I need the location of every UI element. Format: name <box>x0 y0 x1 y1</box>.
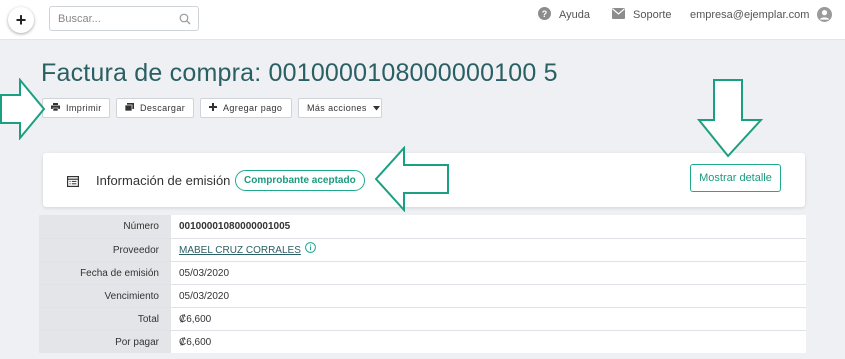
caret-down-icon <box>372 103 386 113</box>
search-icon[interactable] <box>179 12 191 30</box>
more-actions-label: Más acciones <box>307 103 367 113</box>
search-input[interactable] <box>50 7 170 30</box>
table-row: Fecha de emisión 05/03/2020 <box>39 261 806 284</box>
more-actions-dropdown[interactable]: Más acciones <box>298 98 382 118</box>
card-title: Información de emisión <box>96 173 231 188</box>
help-icon: ? <box>538 7 559 23</box>
details-table: Número 00100001080000001005 Proveedor MA… <box>39 215 806 353</box>
top-bar: + ? Ayuda Soporte empresa@ejemplar.com <box>0 0 845 40</box>
user-avatar-icon[interactable] <box>817 7 832 27</box>
status-badge: Comprobante aceptado <box>235 170 365 191</box>
svg-text:?: ? <box>542 9 548 19</box>
table-row: Total ₡6,600 <box>39 307 806 330</box>
row-label: Por pagar <box>39 331 171 353</box>
support-link[interactable]: Soporte <box>612 8 672 22</box>
annotation-arrow-down-icon <box>697 79 763 158</box>
supplier-link[interactable]: MABEL CRUZ CORRALES <box>179 239 301 262</box>
support-label: Soporte <box>633 9 672 21</box>
due-date-value: 05/03/2020 <box>171 285 806 307</box>
total-value: ₡6,600 <box>171 308 806 330</box>
annotation-arrow-left-icon <box>374 146 449 212</box>
print-label: Imprimir <box>66 103 102 113</box>
row-label: Número <box>39 215 171 238</box>
user-email[interactable]: empresa@ejemplar.com <box>690 8 809 22</box>
add-payment-label: Agregar pago <box>223 103 283 113</box>
table-row: Número 00100001080000001005 <box>39 215 806 238</box>
table-row: Proveedor MABEL CRUZ CORRALES <box>39 238 806 261</box>
invoice-number-value: 00100001080000001005 <box>171 215 806 238</box>
documents-icon <box>124 103 140 113</box>
amount-due-value: ₡6,600 <box>171 331 806 353</box>
supplier-value: MABEL CRUZ CORRALES <box>171 239 806 261</box>
download-button[interactable]: Descargar <box>116 98 194 118</box>
annotation-arrow-right-icon <box>0 78 46 140</box>
help-link[interactable]: ? Ayuda <box>538 7 590 23</box>
printer-icon <box>51 103 66 113</box>
page-title: Factura de compra: 0010000108000000100 5 <box>41 59 558 87</box>
download-label: Descargar <box>140 103 186 113</box>
table-row: Vencimiento 05/03/2020 <box>39 284 806 307</box>
search-box <box>49 6 199 31</box>
help-label: Ayuda <box>559 9 590 21</box>
action-toolbar: Imprimir Descargar Agregar pago Más acci… <box>42 98 382 118</box>
add-payment-button[interactable]: Agregar pago <box>200 98 292 118</box>
table-row: Por pagar ₡6,600 <box>39 330 806 353</box>
add-button[interactable]: + <box>8 7 34 33</box>
row-label: Proveedor <box>39 239 171 261</box>
info-icon[interactable] <box>304 239 316 262</box>
document-list-icon <box>67 174 80 192</box>
show-detail-button[interactable]: Mostrar detalle <box>690 164 781 192</box>
plus-icon <box>209 103 223 113</box>
row-label: Total <box>39 308 171 330</box>
issue-date-value: 05/03/2020 <box>171 262 806 284</box>
envelope-icon <box>612 8 633 22</box>
row-label: Fecha de emisión <box>39 262 171 284</box>
print-button[interactable]: Imprimir <box>42 98 110 118</box>
row-label: Vencimiento <box>39 285 171 307</box>
